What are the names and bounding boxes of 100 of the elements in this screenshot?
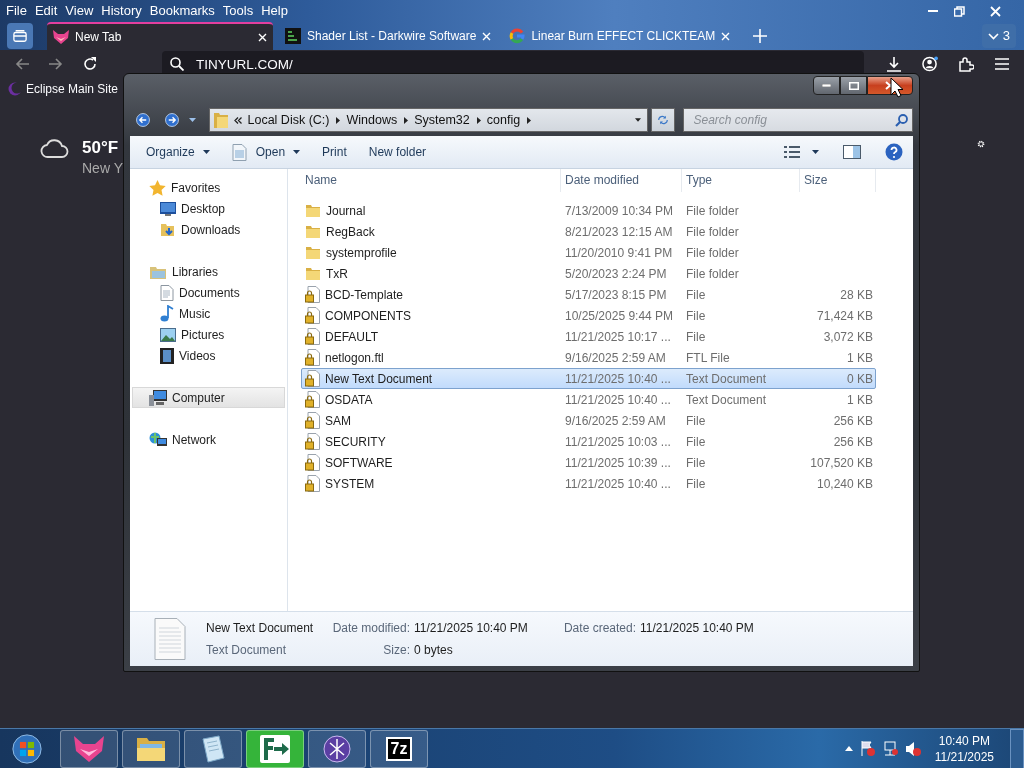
breadcrumb-item[interactable]: System32	[414, 110, 481, 130]
nav-item[interactable]: Computer	[132, 387, 285, 408]
nav-item[interactable]: Desktop	[130, 198, 287, 219]
network-error-icon	[882, 741, 898, 756]
search-field[interactable]: Search config	[691, 110, 895, 130]
bookmark-link[interactable]: Eclipse Main Site	[6, 80, 121, 98]
flag-error-icon	[860, 741, 875, 756]
menu-item[interactable]: Help	[257, 1, 292, 21]
nav-item[interactable]: Favorites	[130, 177, 287, 198]
file-row[interactable]: netlogon.ftl 9/16/2025 2:59 AM FTL File 1 KB	[301, 347, 876, 368]
size-cell-text: 1 KB	[846, 349, 873, 367]
type-cell-text: File	[685, 475, 707, 493]
nav-item[interactable]: Downloads	[130, 219, 287, 240]
file-row[interactable]: RegBack 8/21/2023 12:15 AM File folder	[301, 221, 876, 242]
search-icon	[895, 113, 908, 127]
breadcrumb-item[interactable]: config	[486, 110, 532, 130]
eclipse-icon	[323, 734, 351, 763]
file-row[interactable]: SYSTEM 11/21/2025 10:40 ... File 10,240 KB	[301, 473, 876, 494]
tab-manager-icon	[13, 29, 27, 43]
locked-file-icon	[305, 370, 320, 387]
menu-item[interactable]: Edit	[30, 1, 62, 21]
file-row[interactable]: SOFTWARE 11/21/2025 10:39 ... File 107,520 KB	[301, 452, 876, 473]
caret-icon	[202, 150, 210, 154]
file-name: SECURITY	[325, 433, 386, 451]
column-header[interactable]: Type	[682, 169, 800, 192]
type-cell-text: File	[685, 307, 707, 325]
search-box[interactable]: Search config	[682, 108, 913, 132]
file-row[interactable]: New Text Document 11/21/2025 10:40 ... Text Document 0 KB	[301, 368, 876, 389]
menu-icon	[995, 58, 1009, 70]
address-bar[interactable]: Local Disk (C:) Windows System32 config	[208, 108, 648, 132]
plus-icon	[753, 29, 768, 43]
toolbar-button[interactable]: Open	[223, 140, 309, 164]
file-row[interactable]: OSDATA 11/21/2025 10:40 ... Text Document 1 KB	[301, 389, 876, 410]
file-row[interactable]: SECURITY 11/21/2025 10:03 ... File 256 KB	[301, 431, 876, 452]
toolbar-button[interactable]: Print	[314, 140, 355, 164]
breadcrumb-arrow-icon	[336, 116, 341, 124]
nav-item[interactable]: Network	[130, 429, 287, 450]
file-row[interactable]: Journal 7/13/2009 10:34 PM File folder	[301, 200, 876, 221]
size-cell-text: 256 KB	[832, 412, 873, 430]
taskbar-button[interactable]	[184, 729, 242, 768]
breadcrumb-item[interactable]: Windows	[346, 110, 409, 130]
menu-item[interactable]: View	[61, 1, 98, 21]
minimize-button[interactable]	[813, 76, 840, 95]
tray-arrow-icon	[844, 746, 853, 751]
breadcrumb-item[interactable]: Local Disk (C:)	[247, 110, 341, 130]
date-cell-text: 10/25/2025 9:44 PM	[564, 307, 675, 325]
double-chevron-icon	[233, 116, 242, 124]
breadcrumb-arrow-icon	[527, 116, 532, 124]
locked-file-icon	[305, 307, 320, 324]
crescent-icon	[8, 82, 22, 96]
file-name: systemprofile	[326, 244, 397, 262]
browser-tab[interactable]: Shader List - Darkwire Software	[279, 22, 498, 50]
toolbar-button[interactable]: Organize	[138, 140, 218, 164]
folder-icon	[305, 266, 321, 281]
tab-list-button[interactable]: 3	[981, 24, 1016, 48]
tab-manager-button[interactable]	[7, 23, 33, 49]
browser-tab[interactable]: New Tab	[47, 22, 273, 50]
type-cell-text: File folder	[685, 202, 740, 220]
file-name: New Text Document	[325, 370, 433, 388]
menu-item[interactable]: File	[2, 1, 31, 21]
menu-item[interactable]: History	[97, 1, 146, 21]
forward-arrow-icon	[49, 58, 63, 70]
arrow-app-icon	[260, 734, 290, 763]
column-header[interactable]: Size	[800, 169, 876, 192]
type-cell-text: File	[685, 412, 707, 430]
file-name: SYSTEM	[325, 475, 375, 493]
file-row[interactable]: COMPONENTS 10/25/2025 9:44 PM File 71,424 KB	[301, 305, 876, 326]
refresh-button[interactable]	[650, 108, 675, 132]
type-cell-text: File	[685, 433, 707, 451]
account-icon	[922, 56, 938, 72]
taskbar-button[interactable]	[246, 729, 304, 768]
nav-item[interactable]: Music	[130, 303, 287, 324]
taskbar-button[interactable]: 7z	[370, 729, 428, 768]
chevron-down-icon	[987, 32, 999, 40]
column-header[interactable]: Date modified	[561, 169, 682, 192]
taskbar-button[interactable]	[308, 729, 366, 768]
file-row[interactable]: systemprofile 11/20/2010 9:41 PM File folder	[301, 242, 876, 263]
file-row[interactable]: SAM 9/16/2025 2:59 AM File 256 KB	[301, 410, 876, 431]
file-row[interactable]: TxR 5/20/2023 2:24 PM File folder	[301, 263, 876, 284]
taskbar-button[interactable]	[122, 729, 180, 768]
caret-icon	[189, 118, 197, 122]
date-cell-text: 8/21/2023 12:15 AM	[564, 223, 674, 241]
size-cell-text: 10,240 KB	[815, 475, 873, 493]
toolbar-button[interactable]: New folder	[360, 140, 435, 164]
maximize-button[interactable]	[840, 76, 867, 95]
close-icon	[721, 31, 731, 41]
locked-file-icon	[305, 475, 320, 492]
file-row[interactable]: BCD-Template 5/17/2023 8:15 PM File 28 KB	[301, 284, 876, 305]
menu-item[interactable]: Bookmarks	[145, 1, 219, 21]
browser-tab[interactable]: Linear Burn EFFECT CLICKTEAM	[503, 22, 737, 50]
document-icon	[160, 284, 174, 301]
column-header[interactable]: Name	[301, 169, 561, 192]
nav-item[interactable]: Libraries	[130, 261, 287, 282]
nav-item[interactable]: Videos	[130, 345, 287, 366]
menu-item[interactable]: Tools	[218, 1, 258, 21]
close-icon	[482, 31, 492, 41]
clock-time: 10:40 PM	[937, 732, 992, 749]
nav-item[interactable]: Pictures	[130, 324, 287, 345]
nav-item[interactable]: Documents	[130, 282, 287, 303]
file-row[interactable]: DEFAULT 11/21/2025 10:17 ... File 3,072 KB	[301, 326, 876, 347]
